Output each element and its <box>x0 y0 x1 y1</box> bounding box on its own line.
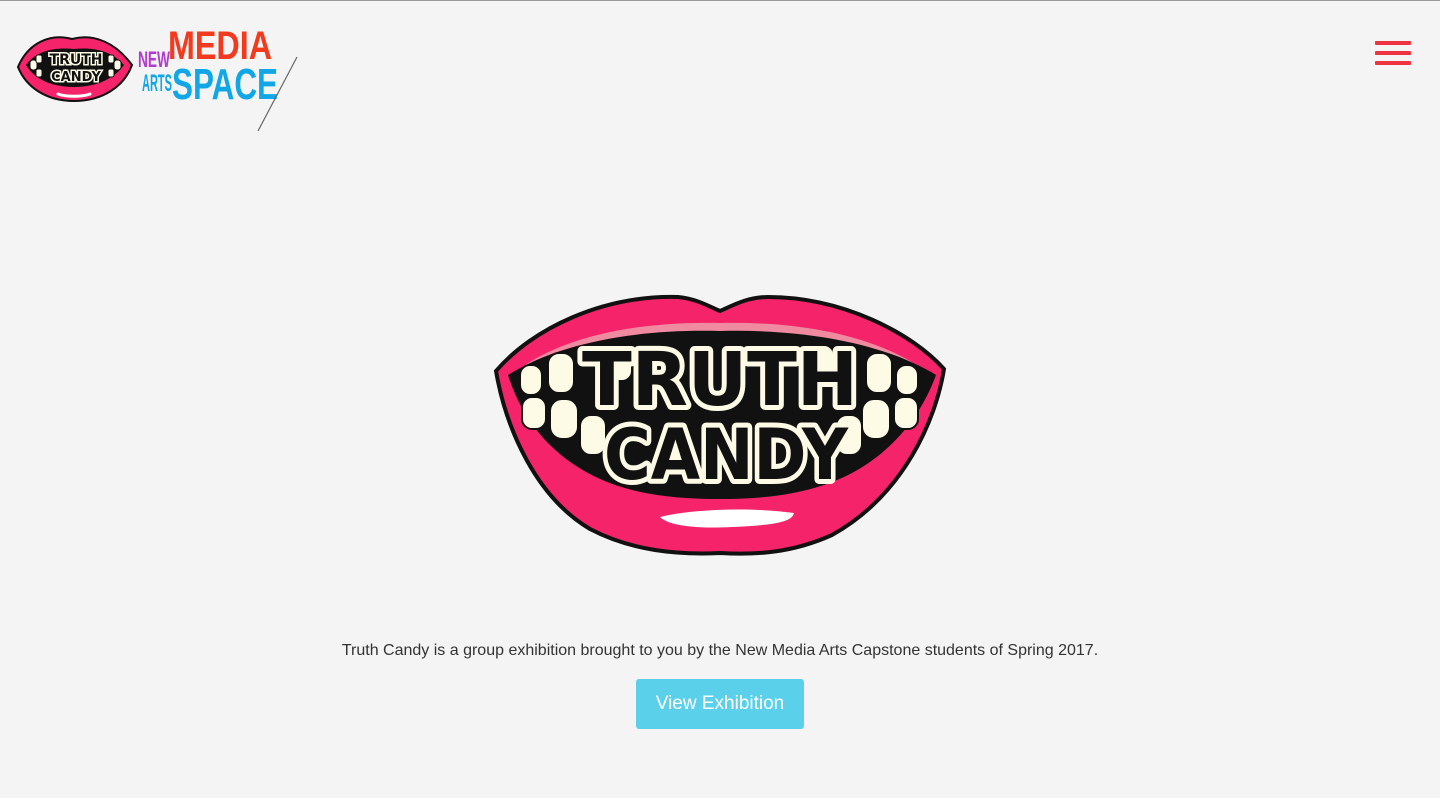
menu-bar-middle <box>1375 51 1411 55</box>
new-media-arts-space-wordmark: NEW MEDIA ARTS SPACE <box>138 24 298 132</box>
brand-text-new: NEW <box>138 47 170 72</box>
hero-logo-text-candy: CANDY <box>604 414 849 496</box>
hamburger-menu-icon[interactable] <box>1372 39 1414 71</box>
truth-candy-hero-logo: TRUTH CANDY <box>492 289 948 559</box>
site-logo-graphic: TRUTH CANDY NEW MEDIA ARTS SPACE <box>16 24 298 132</box>
exhibition-description: Truth Candy is a group exhibition brough… <box>341 642 1099 659</box>
small-lips-text-truth: TRUTH <box>50 52 103 68</box>
small-lips-text-candy: CANDY <box>51 70 101 85</box>
menu-bar-top <box>1375 41 1411 45</box>
brand-text-space: SPACE <box>172 60 278 109</box>
brand-text-arts: ARTS <box>142 70 172 97</box>
view-exhibition-button[interactable]: View Exhibition <box>636 679 804 729</box>
site-logo[interactable]: TRUTH CANDY NEW MEDIA ARTS SPACE <box>14 15 304 133</box>
hero-logo-text-truth: TRUTH <box>582 337 858 423</box>
menu-bar-bottom <box>1375 61 1411 65</box>
small-lips-logo: TRUTH CANDY <box>16 36 134 103</box>
truth-candy-lips-graphic: TRUTH CANDY <box>493 294 947 556</box>
